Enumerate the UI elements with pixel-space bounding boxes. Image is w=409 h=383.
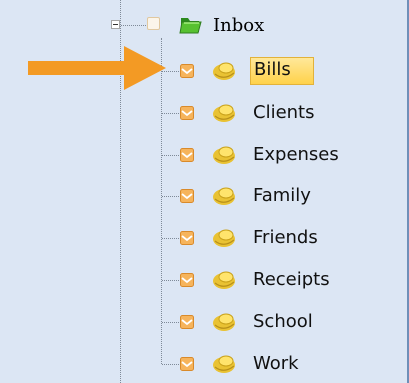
checkbox-icon[interactable] — [180, 105, 194, 120]
tree-connector — [162, 363, 179, 365]
folder-label[interactable]: Friends — [250, 226, 321, 250]
tree-connector — [162, 321, 179, 323]
checkbox-icon[interactable] — [180, 273, 194, 287]
checkbox-icon[interactable] — [180, 147, 194, 162]
tree-connector — [162, 154, 179, 156]
inbox-checkbox[interactable] — [147, 17, 160, 30]
green-folder-icon — [179, 18, 202, 34]
tree-connector — [162, 280, 179, 281]
folder-tree-item-work[interactable]: Work — [0, 347, 409, 381]
yellow-folder-icon — [213, 271, 235, 289]
orange-arrow-icon — [28, 46, 166, 90]
inbox-label[interactable]: Inbox — [213, 15, 264, 37]
folder-tree-item-family[interactable]: Family — [0, 179, 409, 213]
folder-label[interactable]: Family — [250, 184, 314, 208]
minus-expander-icon[interactable] — [111, 20, 120, 29]
folder-label[interactable]: School — [250, 310, 316, 334]
folder-tree-item-receipts[interactable]: Receipts — [0, 263, 409, 297]
folder-label[interactable]: Expenses — [250, 143, 342, 167]
checkbox-icon[interactable] — [180, 314, 194, 329]
yellow-folder-icon — [213, 104, 235, 122]
folder-label[interactable]: Receipts — [250, 268, 333, 292]
yellow-folder-icon — [213, 313, 235, 331]
folder-tree-item-expenses[interactable]: Expenses — [0, 138, 409, 172]
checkbox-icon[interactable] — [180, 356, 194, 371]
yellow-folder-icon — [213, 62, 235, 80]
yellow-folder-icon — [213, 146, 235, 164]
folder-tree-item-clients[interactable]: Clients — [0, 96, 409, 130]
checkbox-icon[interactable] — [180, 231, 194, 246]
folder-tree-item-school[interactable]: School — [0, 305, 409, 339]
tree-connector — [121, 25, 146, 26]
yellow-folder-icon — [213, 229, 235, 248]
folder-label[interactable]: Bills — [250, 57, 314, 85]
tree-connector — [162, 196, 179, 198]
folder-label[interactable]: Work — [250, 352, 302, 376]
folder-tree-item-friends[interactable]: Friends — [0, 221, 409, 255]
yellow-folder-icon — [213, 187, 235, 206]
checkbox-icon[interactable] — [180, 189, 194, 204]
tree-connector — [162, 238, 179, 240]
yellow-folder-icon — [213, 355, 235, 373]
folder-label[interactable]: Clients — [250, 101, 318, 125]
checkbox-icon[interactable] — [180, 64, 194, 78]
tree-connector — [162, 112, 179, 114]
